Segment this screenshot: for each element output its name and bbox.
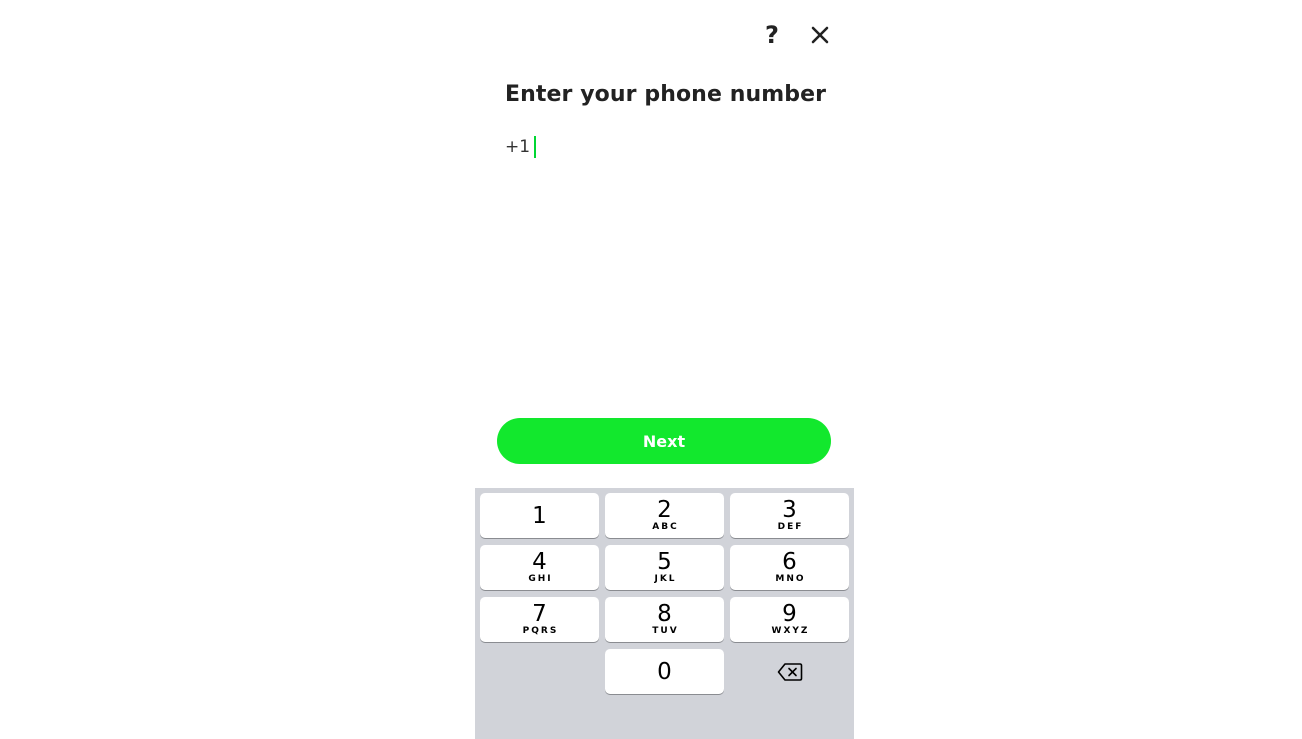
key-digit: 6 bbox=[782, 549, 797, 575]
key-1[interactable]: 1 bbox=[480, 493, 599, 538]
key-digit: 8 bbox=[657, 601, 672, 627]
key-letters: ABC bbox=[652, 522, 679, 532]
key-letters: TUV bbox=[652, 626, 679, 636]
key-digit: 7 bbox=[532, 601, 547, 627]
key-5[interactable]: 5 JKL bbox=[605, 545, 724, 590]
key-letters: GHI bbox=[528, 574, 553, 584]
key-letters: MNO bbox=[775, 574, 806, 584]
key-3[interactable]: 3 DEF bbox=[730, 493, 849, 538]
key-4[interactable]: 4 GHI bbox=[480, 545, 599, 590]
numeric-keypad: 1 2 ABC 3 DEF 4 GHI 5 JKL 6 MNO 7 PQRS 8 bbox=[475, 488, 854, 739]
key-6[interactable]: 6 MNO bbox=[730, 545, 849, 590]
key-digit: 0 bbox=[657, 658, 672, 685]
top-bar: ? bbox=[758, 18, 834, 52]
key-letters: PQRS bbox=[522, 626, 559, 636]
key-digit: 4 bbox=[532, 549, 547, 575]
key-0[interactable]: 0 bbox=[605, 649, 724, 694]
close-icon bbox=[811, 26, 829, 44]
backspace-key[interactable] bbox=[730, 649, 849, 694]
key-digit: 3 bbox=[782, 497, 797, 523]
backspace-icon bbox=[777, 662, 802, 681]
key-2[interactable]: 2 ABC bbox=[605, 493, 724, 538]
key-letters: WXYZ bbox=[771, 626, 810, 636]
phone-number-value: +1 bbox=[505, 137, 531, 157]
phone-screen: ? Enter your phone number +1 Next 1 2 AB… bbox=[475, 0, 854, 739]
key-9[interactable]: 9 WXYZ bbox=[730, 597, 849, 642]
help-button[interactable]: ? bbox=[758, 19, 786, 51]
page-title: Enter your phone number bbox=[505, 82, 827, 107]
text-caret bbox=[534, 136, 537, 158]
question-mark-icon: ? bbox=[765, 21, 779, 49]
phone-number-input[interactable]: +1 bbox=[505, 134, 825, 160]
next-button[interactable]: Next bbox=[497, 418, 831, 464]
key-8[interactable]: 8 TUV bbox=[605, 597, 724, 642]
key-digit: 2 bbox=[657, 497, 672, 523]
close-button[interactable] bbox=[806, 19, 834, 51]
key-letters: JKL bbox=[654, 574, 677, 584]
key-digit: 5 bbox=[657, 549, 672, 575]
key-digit: 1 bbox=[532, 502, 547, 529]
key-7[interactable]: 7 PQRS bbox=[480, 597, 599, 642]
key-letters: DEF bbox=[777, 522, 804, 532]
key-digit: 9 bbox=[782, 601, 797, 627]
